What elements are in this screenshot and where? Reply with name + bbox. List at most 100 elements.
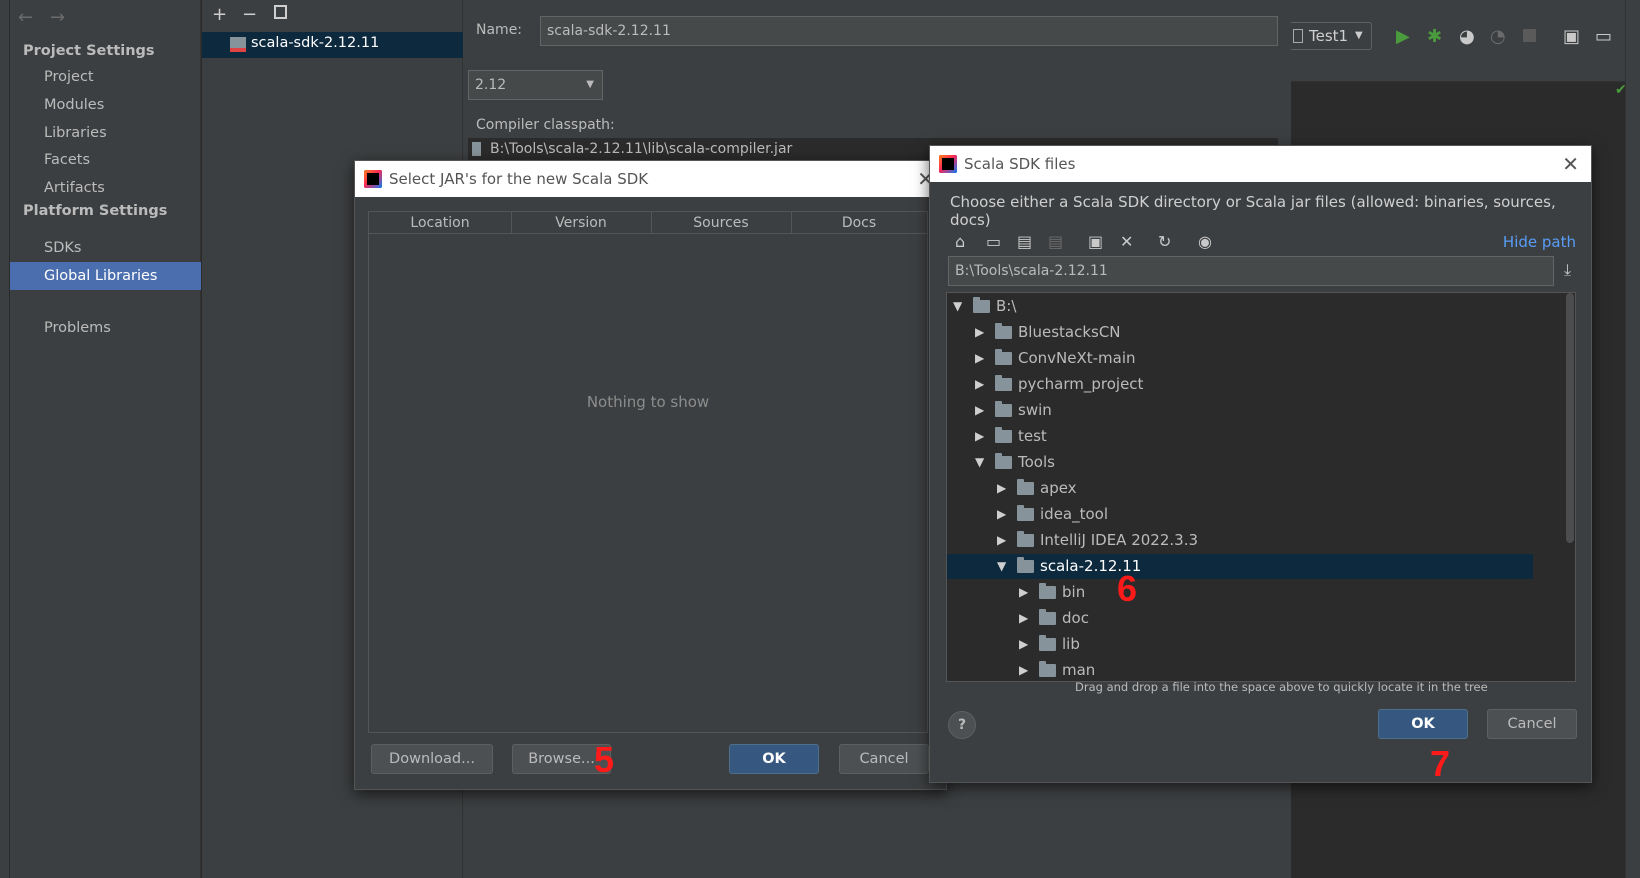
coverage-icon[interactable]: ◕ <box>1459 26 1475 47</box>
tree-row[interactable]: ▶ BluestacksCN <box>947 320 1533 345</box>
expand-arrow-icon[interactable]: ▶ <box>975 320 984 345</box>
expand-arrow-icon[interactable]: ▶ <box>997 528 1006 553</box>
expand-arrow-icon[interactable]: ▶ <box>975 346 984 371</box>
new-folder-icon[interactable]: ▣ <box>1088 232 1103 251</box>
name-field[interactable]: scala-sdk-2.12.11 <box>540 16 1278 46</box>
remove-icon[interactable]: − <box>242 4 257 25</box>
jar-icon <box>472 142 481 156</box>
tree-item-label: ConvNeXt-main <box>1018 349 1136 367</box>
tree-row[interactable]: ▶ IntelliJ IDEA 2022.3.3 <box>947 528 1533 553</box>
project-structure-icon[interactable]: ▣ <box>1563 26 1580 47</box>
tree-row[interactable]: ▶ test <box>947 424 1533 449</box>
left-edge-panel <box>0 0 10 878</box>
tree-row[interactable]: ▶ swin <box>947 398 1533 423</box>
nav-item-sdks[interactable]: SDKs <box>10 234 201 262</box>
tree-row[interactable]: ▶ ConvNeXt-main <box>947 346 1533 371</box>
terminal-icon[interactable]: ▭ <box>1595 26 1612 47</box>
ide-toolbar: Test1 ▼ ▶ ✱ ◕ ◔ ▣ ▭ ⌕ <box>1291 0 1640 82</box>
scala-files-titlebar: Scala SDK files ✕ <box>930 146 1591 182</box>
download-button[interactable]: Download... <box>371 744 493 774</box>
classpath-label: Compiler classpath: <box>476 117 615 133</box>
nav-item-facets[interactable]: Facets <box>10 146 201 174</box>
version-select[interactable]: 2.12 ▼ <box>468 70 603 100</box>
show-hidden-icon[interactable]: ◉ <box>1198 232 1212 251</box>
nav-item-project[interactable]: Project <box>10 63 201 91</box>
project-folder-icon[interactable]: ▤ <box>1017 232 1032 251</box>
files-cancel-button[interactable]: Cancel <box>1487 709 1577 739</box>
tree-row[interactable]: ▶ doc <box>947 606 1533 631</box>
folder-icon <box>995 401 1012 417</box>
desktop-icon[interactable]: ▭ <box>986 232 1001 251</box>
expand-arrow-icon[interactable]: ▶ <box>975 398 984 423</box>
run-config-select[interactable]: Test1 ▼ <box>1291 22 1372 50</box>
tree-scrollbar[interactable] <box>1566 293 1574 543</box>
annotation-6: 6 <box>1117 568 1138 609</box>
back-arrow-icon[interactable]: ← <box>18 7 33 28</box>
help-button[interactable]: ? <box>948 711 976 739</box>
copy-icon[interactable] <box>274 5 287 19</box>
expand-arrow-icon[interactable]: ▶ <box>1019 632 1028 657</box>
column-version[interactable]: Version <box>511 212 652 234</box>
download-path-icon[interactable]: ⤓ <box>1564 260 1571 280</box>
folder-icon <box>1017 505 1034 521</box>
forward-arrow-icon[interactable]: → <box>50 7 65 28</box>
expand-arrow-icon[interactable]: ▶ <box>997 502 1006 527</box>
collapse-arrow-icon[interactable]: ▼ <box>953 294 962 319</box>
run-config-icon <box>1293 29 1303 43</box>
expand-arrow-icon[interactable]: ▶ <box>997 476 1006 501</box>
expand-arrow-icon[interactable]: ▶ <box>1019 658 1028 681</box>
library-name: scala-sdk-2.12.11 <box>251 35 380 51</box>
nav-item-problems[interactable]: Problems <box>10 314 201 342</box>
expand-arrow-icon[interactable]: ▶ <box>1019 580 1028 605</box>
tree-row[interactable]: ▼ B:\ <box>947 294 1533 319</box>
intellij-logo-icon <box>939 155 957 173</box>
nav-item-global-libraries[interactable]: Global Libraries <box>10 262 201 290</box>
column-docs[interactable]: Docs <box>791 212 927 234</box>
nav-item-libraries[interactable]: Libraries <box>10 119 201 147</box>
tree-row[interactable]: ▼ Tools <box>947 450 1533 475</box>
annotation-7: 7 <box>1430 743 1451 784</box>
tree-item-label: bin <box>1062 583 1086 601</box>
hide-path-link[interactable]: Hide path <box>1503 233 1576 251</box>
module-folder-icon[interactable]: ▤ <box>1048 232 1063 251</box>
collapse-arrow-icon[interactable]: ▼ <box>975 450 984 475</box>
close-icon[interactable]: ✕ <box>1562 146 1579 182</box>
column-location[interactable]: Location <box>369 212 512 234</box>
library-row[interactable]: scala-sdk-2.12.11 <box>202 32 463 58</box>
select-jars-dialog: Select JAR's for the new Scala SDK ✕ Loc… <box>354 160 947 790</box>
refresh-icon[interactable]: ↻ <box>1158 232 1171 251</box>
expand-arrow-icon[interactable]: ▶ <box>1019 606 1028 631</box>
debug-icon[interactable]: ✱ <box>1427 26 1442 47</box>
file-tree[interactable]: ▼ B:\ ▶ BluestacksCN ▶ ConvNeXt-main ▶ pycharm_… <box>946 292 1576 682</box>
tree-row[interactable]: ▶ apex <box>947 476 1533 501</box>
expand-arrow-icon[interactable]: ▶ <box>975 424 984 449</box>
tree-row[interactable]: ▶ pycharm_project <box>947 372 1533 397</box>
nav-item-modules[interactable]: Modules <box>10 91 201 119</box>
add-icon[interactable]: + <box>212 4 227 25</box>
run-icon[interactable]: ▶ <box>1396 26 1410 47</box>
home-icon[interactable]: ⌂ <box>955 232 965 251</box>
expand-arrow-icon[interactable]: ▶ <box>975 372 984 397</box>
tree-row[interactable]: ▶ lib <box>947 632 1533 657</box>
tree-row[interactable]: ▼ scala-2.12.11 <box>947 554 1533 579</box>
profile-icon[interactable]: ◔ <box>1490 26 1506 47</box>
files-ok-button[interactable]: OK <box>1378 709 1468 739</box>
tree-item-label: idea_tool <box>1040 505 1109 523</box>
nav-item-artifacts[interactable]: Artifacts <box>10 174 201 202</box>
tree-row[interactable]: ▶ bin <box>947 580 1533 605</box>
drive-icon <box>973 297 990 313</box>
delete-icon[interactable]: ✕ <box>1120 232 1133 251</box>
name-label: Name: <box>476 22 523 38</box>
stop-icon[interactable] <box>1523 29 1536 42</box>
empty-table-text: Nothing to show <box>586 393 710 411</box>
folder-icon <box>995 323 1012 339</box>
tree-row[interactable]: ▶ idea_tool <box>947 502 1533 527</box>
collapse-arrow-icon[interactable]: ▼ <box>997 554 1006 579</box>
version-value: 2.12 <box>475 77 507 93</box>
folder-icon <box>995 453 1012 469</box>
tree-row[interactable]: ▶ man <box>947 658 1533 681</box>
column-sources[interactable]: Sources <box>651 212 792 234</box>
jar-cancel-button[interactable]: Cancel <box>839 744 929 774</box>
path-input[interactable]: B:\Tools\scala-2.12.11 <box>948 256 1554 286</box>
jar-ok-button[interactable]: OK <box>729 744 819 774</box>
